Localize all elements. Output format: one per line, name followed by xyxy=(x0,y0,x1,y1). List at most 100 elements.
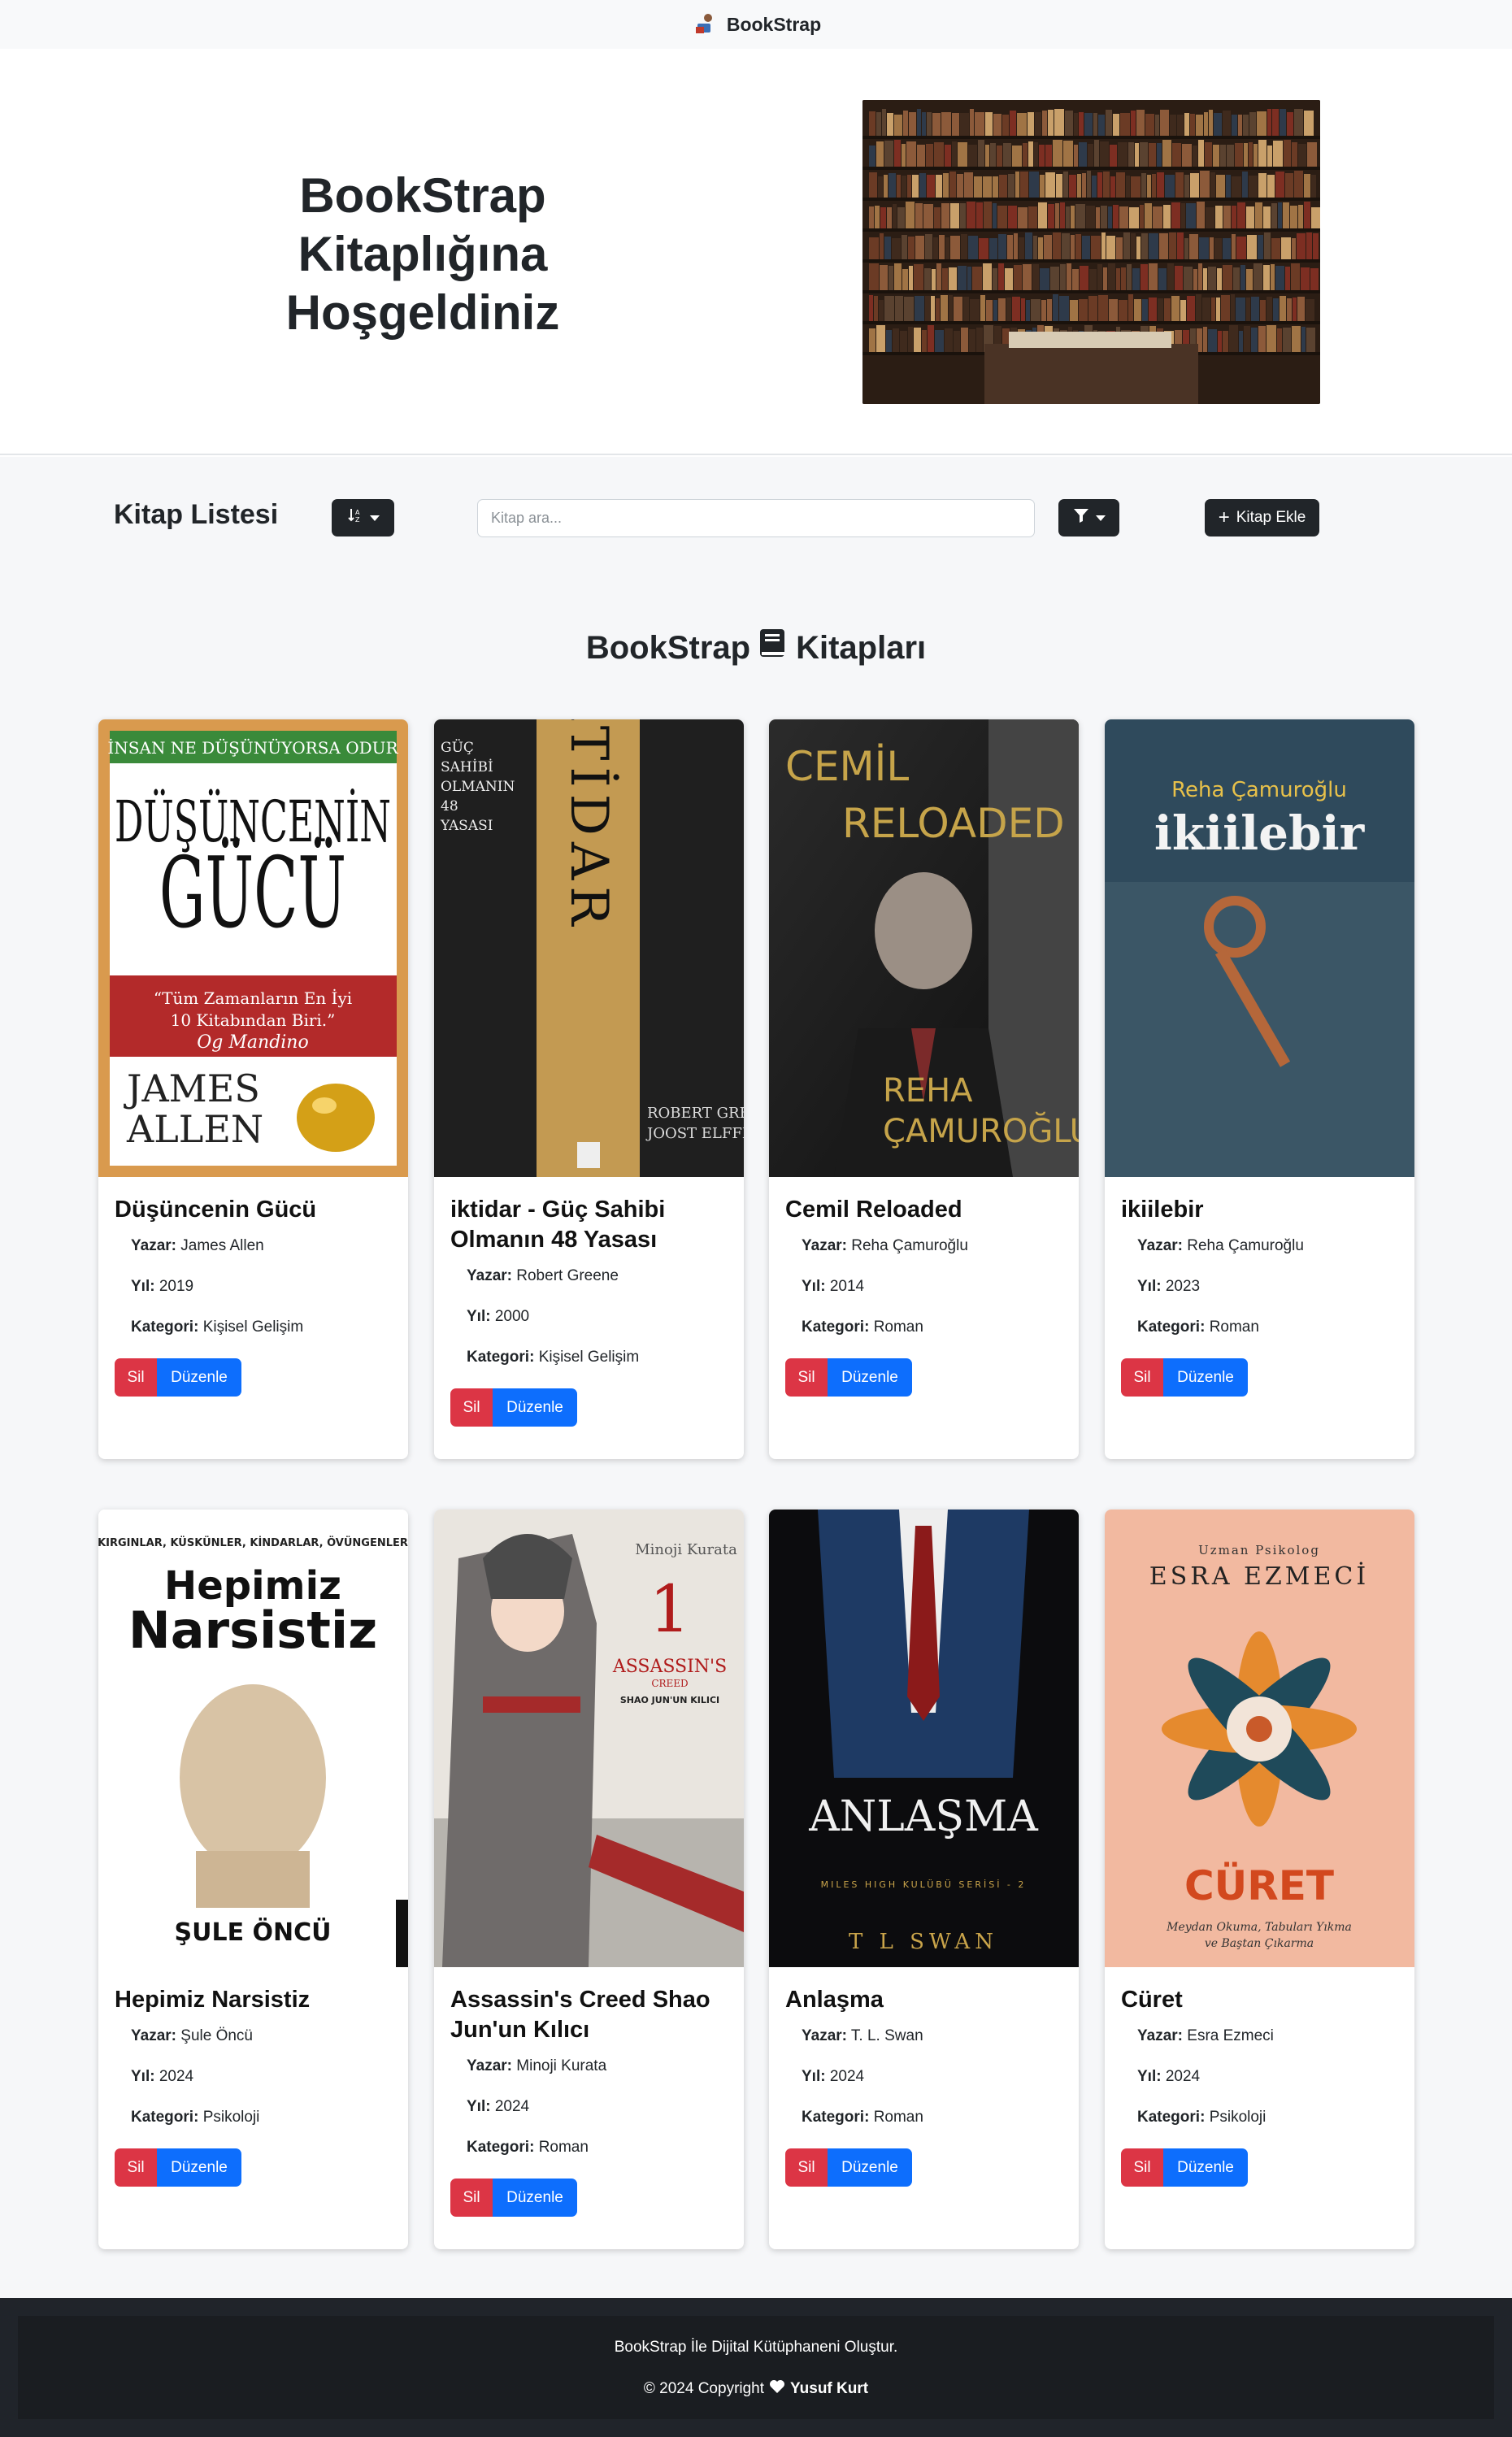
cover-text: İKTİDAR xyxy=(558,719,619,932)
cover-text: Meydan Okuma, Tabuları Yıkma xyxy=(1166,1921,1352,1934)
footer-tagline: BookStrap İle Dijital Kütüphaneni Oluştu… xyxy=(614,2339,898,2356)
card-actions: Sil Düzenle xyxy=(1121,1358,1398,1397)
author-label: Yazar: xyxy=(131,1237,176,1254)
delete-button[interactable]: Sil xyxy=(115,2148,157,2187)
cover-text: SHAO JUN'UN KILICI xyxy=(620,1695,719,1705)
section-title-right: Kitapları xyxy=(796,629,927,666)
book-cover-image: KIRGINLAR, KÜSKÜNLER, KİNDARLAR, ÖVÜNGEN… xyxy=(98,1510,408,1967)
book-cover-image: İNSAN NE DÜŞÜNÜYORSA ODUR DÜŞÜNCENİN GÜC… xyxy=(98,719,408,1177)
copyright-text: © 2024 Copyright xyxy=(643,2380,765,2397)
footer-inner xyxy=(18,2316,1494,2419)
add-book-label: Kitap Ekle xyxy=(1236,509,1306,526)
book-category: Kategori: Roman xyxy=(1137,1318,1398,1337)
book-card: İNSAN NE DÜŞÜNÜYORSA ODUR DÜŞÜNCENİN GÜC… xyxy=(98,719,408,1459)
search-input[interactable] xyxy=(477,499,1035,537)
cover-text: 48 xyxy=(441,798,458,815)
author-value: Reha Çamuroğlu xyxy=(851,1237,968,1254)
category-value: Roman xyxy=(873,1318,923,1336)
book-author: Yazar: Robert Greene xyxy=(467,1266,728,1286)
cover-text: CREED xyxy=(651,1678,688,1689)
year-label: Yıl: xyxy=(1137,1278,1162,1295)
cover-text: Narsistiz xyxy=(128,1601,377,1660)
navbar: BookStrap xyxy=(0,0,1512,49)
year-value: 2000 xyxy=(494,1308,530,1325)
year-label: Yıl: xyxy=(467,2098,491,2115)
cover-text: İNSAN NE DÜŞÜNÜYORSA ODUR xyxy=(107,737,398,758)
chevron-down-icon xyxy=(1095,515,1106,521)
edit-button[interactable]: Düzenle xyxy=(828,1358,912,1397)
year-value: 2023 xyxy=(1165,1278,1201,1295)
sort-icon: AZ xyxy=(347,507,363,528)
author-value: Şule Öncü xyxy=(180,2027,253,2044)
delete-button[interactable]: Sil xyxy=(1121,2148,1163,2187)
cover-text: REHA xyxy=(883,1072,973,1110)
svg-text:A: A xyxy=(355,509,360,516)
section-heading: BookStrap Kitapları xyxy=(0,628,1512,668)
cover-text: Og Mandino xyxy=(197,1032,308,1053)
brand-name[interactable]: BookStrap xyxy=(727,14,821,36)
book-card-body: Cemil Reloaded Yazar: Reha Çamuroğlu Yıl… xyxy=(769,1177,1079,1414)
book-card-body: Düşüncenin Gücü Yazar: James Allen Yıl: … xyxy=(98,1177,408,1414)
author-value: T. L. Swan xyxy=(850,2027,923,2044)
year-label: Yıl: xyxy=(802,2068,826,2085)
book-category: Kategori: Psikoloji xyxy=(1137,2108,1398,2127)
cover-text: GÜÇ xyxy=(441,739,474,756)
reading-person-icon xyxy=(691,11,719,38)
book-category: Kategori: Roman xyxy=(802,2108,1062,2127)
category-value: Kişisel Gelişim xyxy=(202,1318,304,1336)
cover-text: RELOADED xyxy=(842,800,1065,847)
card-actions: Sil Düzenle xyxy=(785,1358,1062,1397)
category-value: Psikoloji xyxy=(1209,2109,1267,2126)
author-label: Yazar: xyxy=(467,1267,512,1284)
cover-text: ANLAŞMA xyxy=(808,1792,1039,1841)
year-value: 2024 xyxy=(159,2068,194,2085)
delete-button[interactable]: Sil xyxy=(115,1358,157,1397)
category-label: Kategori: xyxy=(467,1349,535,1366)
filter-dropdown-button[interactable] xyxy=(1058,499,1119,536)
edit-button[interactable]: Düzenle xyxy=(493,1388,577,1427)
chevron-down-icon xyxy=(369,515,380,521)
year-label: Yıl: xyxy=(131,2068,155,2085)
book-icon xyxy=(758,628,788,668)
edit-button[interactable]: Düzenle xyxy=(1163,1358,1248,1397)
cover-text: 1 xyxy=(650,1571,691,1647)
edit-button[interactable]: Düzenle xyxy=(157,1358,241,1397)
book-year: Yıl: 2023 xyxy=(1137,1277,1398,1297)
book-title: Cüret xyxy=(1121,1987,1183,2013)
edit-button[interactable]: Düzenle xyxy=(157,2148,241,2187)
book-card: ANLAŞMA MILES HIGH KULÜBÜ SERİSİ - 2 T L… xyxy=(769,1510,1079,2249)
category-value: Roman xyxy=(1209,1318,1259,1336)
edit-button[interactable]: Düzenle xyxy=(493,2179,577,2217)
footer-author[interactable]: Yusuf Kurt xyxy=(790,2380,868,2398)
delete-button[interactable]: Sil xyxy=(450,2179,493,2217)
cover-text: T L SWAN xyxy=(849,1930,998,1954)
book-year: Yıl: 2024 xyxy=(802,2067,1062,2087)
delete-button[interactable]: Sil xyxy=(450,1388,493,1427)
card-actions: Sil Düzenle xyxy=(450,2179,728,2217)
card-actions: Sil Düzenle xyxy=(450,1388,728,1427)
delete-button[interactable]: Sil xyxy=(785,2148,828,2187)
year-label: Yıl: xyxy=(467,1308,491,1325)
edit-button[interactable]: Düzenle xyxy=(1163,2148,1248,2187)
book-author: Yazar: Reha Çamuroğlu xyxy=(1137,1236,1398,1256)
year-value: 2024 xyxy=(494,2098,530,2115)
book-author: Yazar: Esra Ezmeci xyxy=(1137,2026,1398,2046)
book-year: Yıl: 2024 xyxy=(467,2097,728,2117)
cover-text: MILES HIGH KULÜBÜ SERİSİ - 2 xyxy=(821,1879,1027,1890)
year-value: 2024 xyxy=(1165,2068,1201,2085)
sort-dropdown-button[interactable]: AZ xyxy=(332,499,394,536)
card-actions: Sil Düzenle xyxy=(115,2148,392,2187)
footer: BookStrap İle Dijital Kütüphaneni Oluştu… xyxy=(0,2298,1512,2437)
edit-button[interactable]: Düzenle xyxy=(828,2148,912,2187)
add-book-button[interactable]: + Kitap Ekle xyxy=(1205,499,1319,536)
delete-button[interactable]: Sil xyxy=(785,1358,828,1397)
cover-text: GÜCÜ xyxy=(159,837,346,950)
book-card: Uzman Psikolog ESRA EZMECİ CÜRET Meydan … xyxy=(1105,1510,1414,2249)
book-year: Yıl: 2024 xyxy=(1137,2067,1398,2087)
card-actions: Sil Düzenle xyxy=(115,1358,392,1397)
delete-button[interactable]: Sil xyxy=(1121,1358,1163,1397)
category-label: Kategori: xyxy=(1137,1318,1206,1336)
book-title: ikiilebir xyxy=(1121,1197,1204,1223)
book-card: Reha Çamuroğlu ikiilebir ikiilebir Yazar… xyxy=(1105,719,1414,1459)
book-card-body: Cüret Yazar: Esra Ezmeci Yıl: 2024 Kateg… xyxy=(1105,1967,1414,2205)
